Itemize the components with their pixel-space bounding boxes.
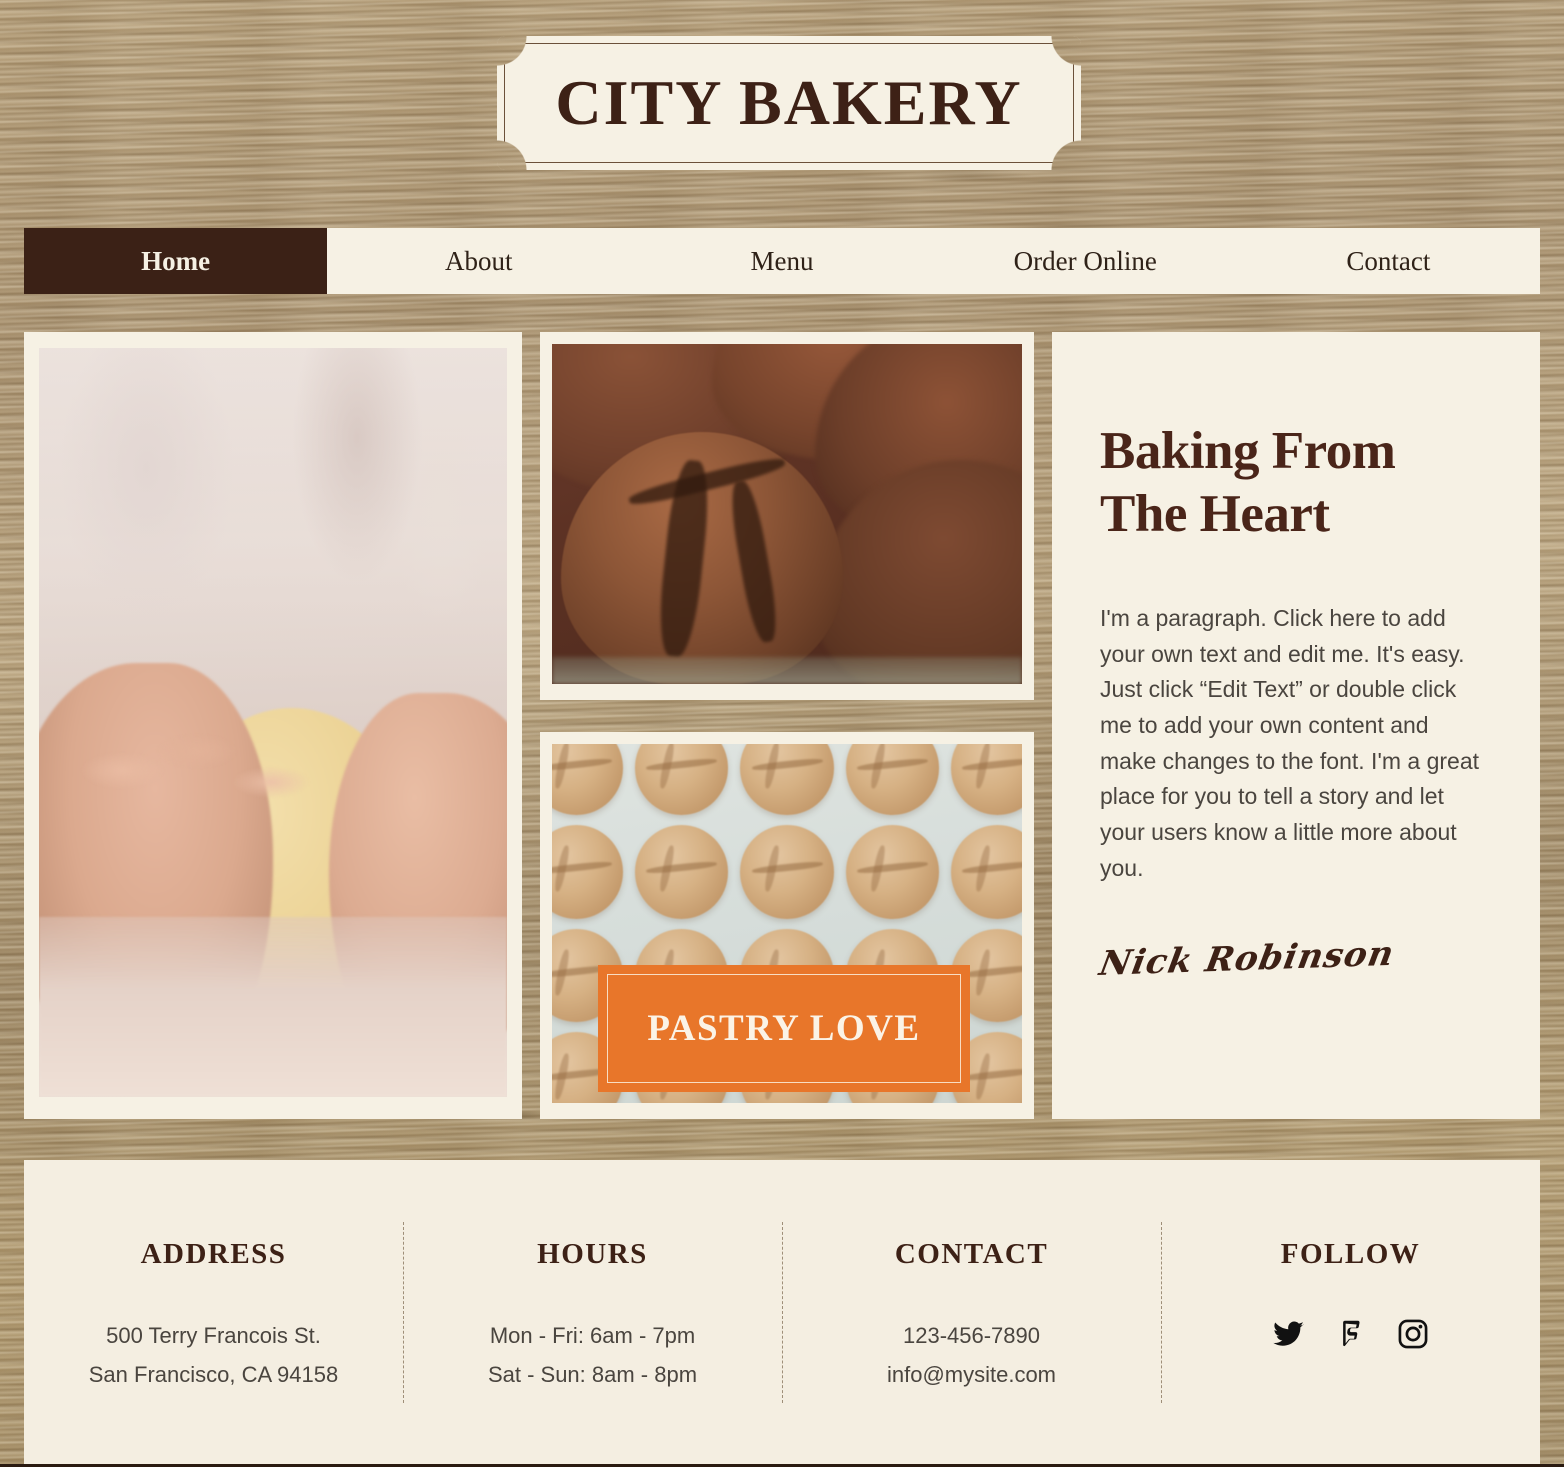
social-links [1171, 1317, 1530, 1351]
phone-number[interactable]: 123-456-7890 [792, 1317, 1151, 1356]
twitter-icon[interactable] [1272, 1317, 1306, 1351]
page-title: Baking From The Heart [1100, 422, 1396, 543]
footer-column-follow: FOLLOW [1161, 1160, 1540, 1465]
hours-line-1: Mon - Fri: 6am - 7pm [489, 1323, 696, 1348]
footer-column-address: ADDRESS 500 Terry Francois St. San Franc… [24, 1160, 403, 1465]
nav-item-contact[interactable]: Contact [1236, 228, 1541, 294]
logo-plaque[interactable]: CITY BAKERY [465, 36, 1113, 170]
countertop-shape [39, 917, 507, 1097]
cookie-shape [740, 744, 834, 815]
footer-column-hours: HOURS Mon - Fri: 6am - 7pm Sat - Sun: 8a… [403, 1160, 782, 1465]
email-address[interactable]: info@mysite.com [792, 1356, 1151, 1395]
cookie-shape [950, 744, 1022, 815]
footer-title-contact: CONTACT [894, 1238, 1049, 1270]
nav-item-menu[interactable]: Menu [630, 228, 934, 294]
cookie-shape [635, 744, 729, 815]
cookie-shape [552, 824, 624, 919]
cookie-shape [950, 824, 1022, 919]
fingers-shape [67, 692, 376, 888]
instagram-icon[interactable] [1396, 1317, 1430, 1351]
footer-column-contact: CONTACT 123-456-7890 info@mysite.com [782, 1160, 1161, 1465]
pastry-love-banner[interactable]: PASTRY LOVE [598, 965, 970, 1092]
about-paragraph: I'm a paragraph. Click here to add your … [1100, 605, 1479, 881]
footer-title-hours: HOURS [537, 1238, 648, 1270]
nav-item-about[interactable]: About [327, 228, 631, 294]
banner-label: PASTRY LOVE [647, 1008, 921, 1049]
site-logo-text: CITY BAKERY [555, 67, 1023, 138]
cookie-shape [740, 824, 834, 919]
address-line-1: 500 Terry Francois St. [106, 1323, 321, 1348]
main-content: PASTRY LOVE Baking From The Heart I'm a … [0, 300, 1564, 1150]
footer-title-address: ADDRESS [140, 1238, 287, 1270]
photo-card-muffins [540, 332, 1034, 700]
site-header: CITY BAKERY [0, 0, 1564, 228]
cookie-shape [635, 824, 729, 919]
photo-card-dough [24, 332, 522, 1119]
page-root: CITY BAKERY Home About Menu Order Online… [0, 0, 1564, 1467]
hours-line-2: Sat - Sun: 8am - 8pm [487, 1361, 698, 1387]
cookie-shape [845, 744, 939, 815]
footer-title-follow: FOLLOW [1280, 1238, 1421, 1270]
site-footer: ADDRESS 500 Terry Francois St. San Franc… [24, 1160, 1540, 1465]
about-text-panel: Baking From The Heart I'm a paragraph. C… [1052, 332, 1540, 1119]
main-navigation[interactable]: Home About Menu Order Online Contact [24, 228, 1541, 294]
foursquare-icon[interactable] [1334, 1317, 1368, 1351]
hands-kneading-dough-image [39, 348, 507, 1097]
cookie-shape [552, 744, 624, 815]
address-line-2: San Francisco, CA 94158 [88, 1361, 339, 1387]
muffin-tray-shape [552, 656, 1022, 684]
nav-item-home[interactable]: Home [24, 228, 328, 294]
nav-item-order-online[interactable]: Order Online [933, 228, 1237, 294]
cookie-shape [845, 824, 939, 919]
chocolate-muffins-image [552, 344, 1022, 684]
owner-signature: Nick Robinson [1096, 934, 1398, 985]
